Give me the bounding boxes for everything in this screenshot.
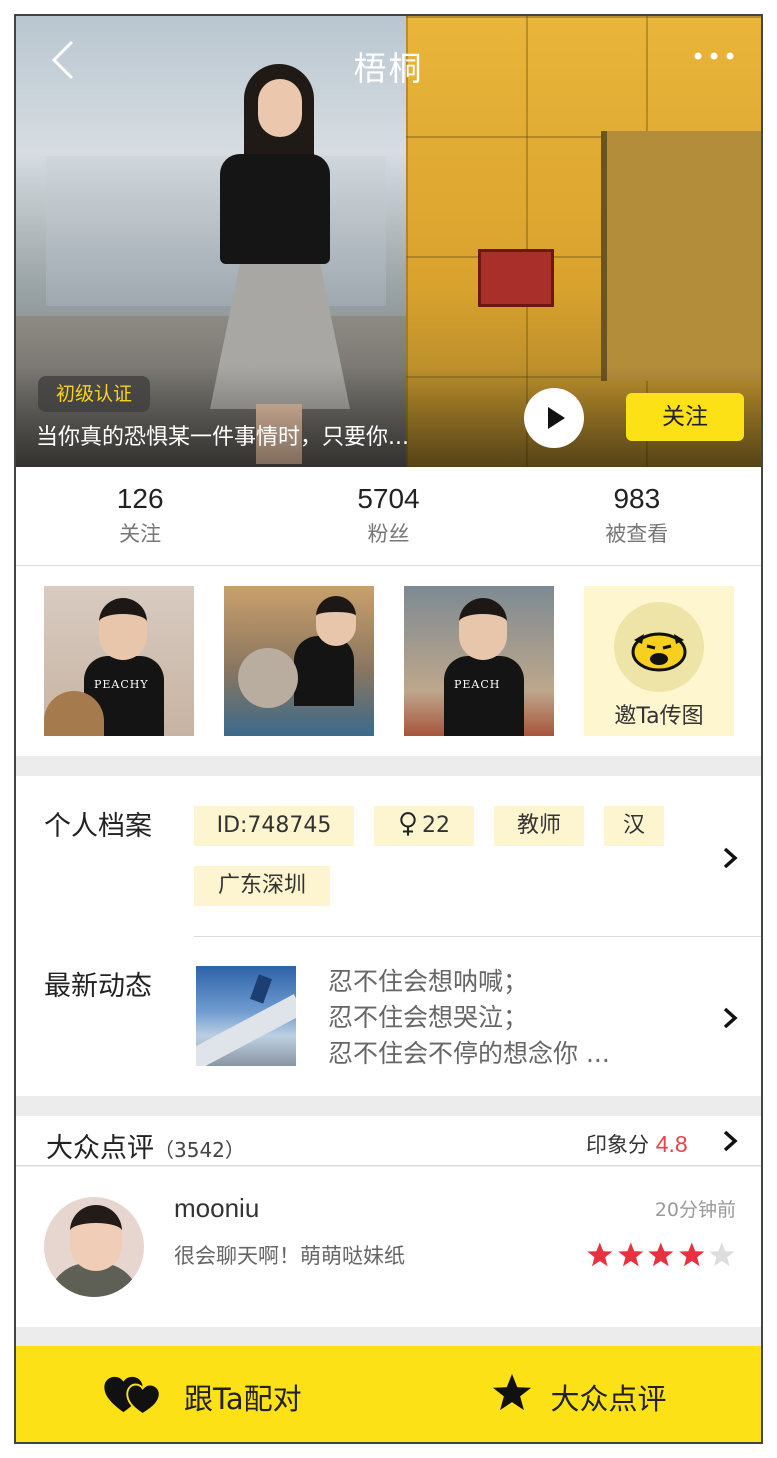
photo-thumbnail-1[interactable]: PEACHY — [44, 586, 194, 736]
star-filled-icon — [617, 1242, 643, 1267]
photo-shirt-text: PEACHY — [94, 678, 149, 691]
news-preview-text[interactable]: 忍不住会想呐喊； 忍不住会想哭泣； 忍不住会不停的想念你 ... — [328, 964, 658, 1072]
certification-badge: 初级认证 — [38, 376, 151, 412]
stat-label: 被查看 — [605, 522, 669, 546]
profile-hero-photo[interactable]: 梧桐 初级认证 当你真的恐惧某一件事情时，只要你... 关注 — [16, 16, 761, 467]
photo-thumbnail-2[interactable] — [224, 586, 374, 736]
public-review-label: 大众点评 — [550, 1382, 667, 1416]
review-rating-stars — [586, 1241, 736, 1271]
profile-chevron-right-icon[interactable] — [720, 846, 740, 870]
news-chevron-right-icon[interactable] — [720, 1006, 740, 1030]
stat-label: 粉丝 — [367, 522, 410, 546]
tag-location: 广东深圳 — [194, 866, 330, 906]
reviews-title: 大众点评 — [46, 1133, 154, 1164]
play-icon — [548, 407, 565, 429]
star-filled-icon — [679, 1242, 705, 1267]
news-line: 忍不住会不停的想念你 ... — [328, 1039, 610, 1068]
more-options-icon[interactable] — [692, 46, 736, 66]
reviews-chevron-right-icon[interactable] — [720, 1129, 740, 1153]
app-frame: 梧桐 初级认证 当你真的恐惧某一件事情时，只要你... 关注 126 关注 57… — [14, 14, 763, 1444]
stat-value: 983 — [613, 483, 661, 514]
stat-value: 5704 — [357, 483, 420, 514]
female-icon — [400, 812, 416, 836]
photo-strip: PEACHY PEACH 邀Ta传图 — [16, 566, 761, 756]
stats-bar: 126 关注 5704 粉丝 983 被查看 — [16, 467, 761, 566]
hearts-icon — [104, 1376, 161, 1416]
news-title: 最新动态 — [44, 971, 152, 1002]
photo-thumbnail-3[interactable]: PEACH — [404, 586, 554, 736]
tag-ethnicity: 汉 — [604, 806, 664, 846]
reviews-count: （3542） — [154, 1138, 245, 1162]
star-filled-icon — [648, 1242, 674, 1267]
pair-label: 跟Ta配对 — [184, 1382, 302, 1416]
stat-following[interactable]: 126 关注 — [16, 467, 264, 565]
bio-text: 当你真的恐惧某一件事情时，只要你... — [36, 425, 409, 450]
reviewer-avatar[interactable] — [44, 1197, 144, 1297]
public-review-button[interactable]: 大众点评 — [389, 1346, 762, 1442]
news-line: 忍不住会想哭泣； — [328, 1003, 529, 1032]
follow-button[interactable]: 关注 — [626, 393, 744, 441]
news-thumbnail-airplane-wing[interactable] — [196, 966, 296, 1066]
tag-occupation: 教师 — [494, 806, 584, 846]
crying-bird-icon — [631, 632, 687, 672]
play-video-button[interactable] — [524, 388, 584, 448]
tag-age: 22 — [374, 806, 474, 846]
bottom-action-bar: 跟Ta配对 大众点评 — [16, 1346, 761, 1442]
reviews-header[interactable]: 大众点评（3542） 印象分 4.8 — [16, 1116, 761, 1166]
invite-label: 邀Ta传图 — [614, 704, 704, 729]
stat-label: 关注 — [119, 522, 162, 546]
review-item[interactable]: mooniu 20分钟前 很会聊天啊！萌萌哒妹纸 — [16, 1167, 761, 1327]
star-icon — [492, 1373, 531, 1411]
star-filled-icon — [587, 1242, 613, 1267]
review-time: 20分钟前 — [654, 1199, 736, 1221]
profile-title: 个人档案 — [44, 811, 152, 842]
review-text: 很会聊天啊！萌萌哒妹纸 — [174, 1244, 405, 1268]
page-title: 梧桐 — [353, 49, 424, 88]
reviewer-name: mooniu — [174, 1193, 260, 1223]
age-value: 22 — [422, 813, 450, 838]
stat-fans[interactable]: 5704 粉丝 — [264, 467, 512, 565]
invite-upload-button[interactable]: 邀Ta传图 — [584, 586, 734, 736]
pair-button[interactable]: 跟Ta配对 — [16, 1346, 389, 1442]
photo-shirt-text: PEACH — [454, 678, 501, 691]
stat-views[interactable]: 983 被查看 — [513, 467, 761, 565]
profile-section: 个人档案 ID:748745 22 教师 汉 广东深圳 最新动态 忍不住会想呐喊 — [16, 776, 761, 1096]
news-line: 忍不住会想呐喊； — [328, 967, 529, 996]
stat-value: 126 — [116, 483, 164, 514]
impression-score-label: 印象分 — [586, 1133, 649, 1157]
tag-id: ID:748745 — [194, 806, 354, 846]
star-empty-icon — [709, 1242, 735, 1267]
impression-score-value: 4.8 — [655, 1131, 688, 1157]
